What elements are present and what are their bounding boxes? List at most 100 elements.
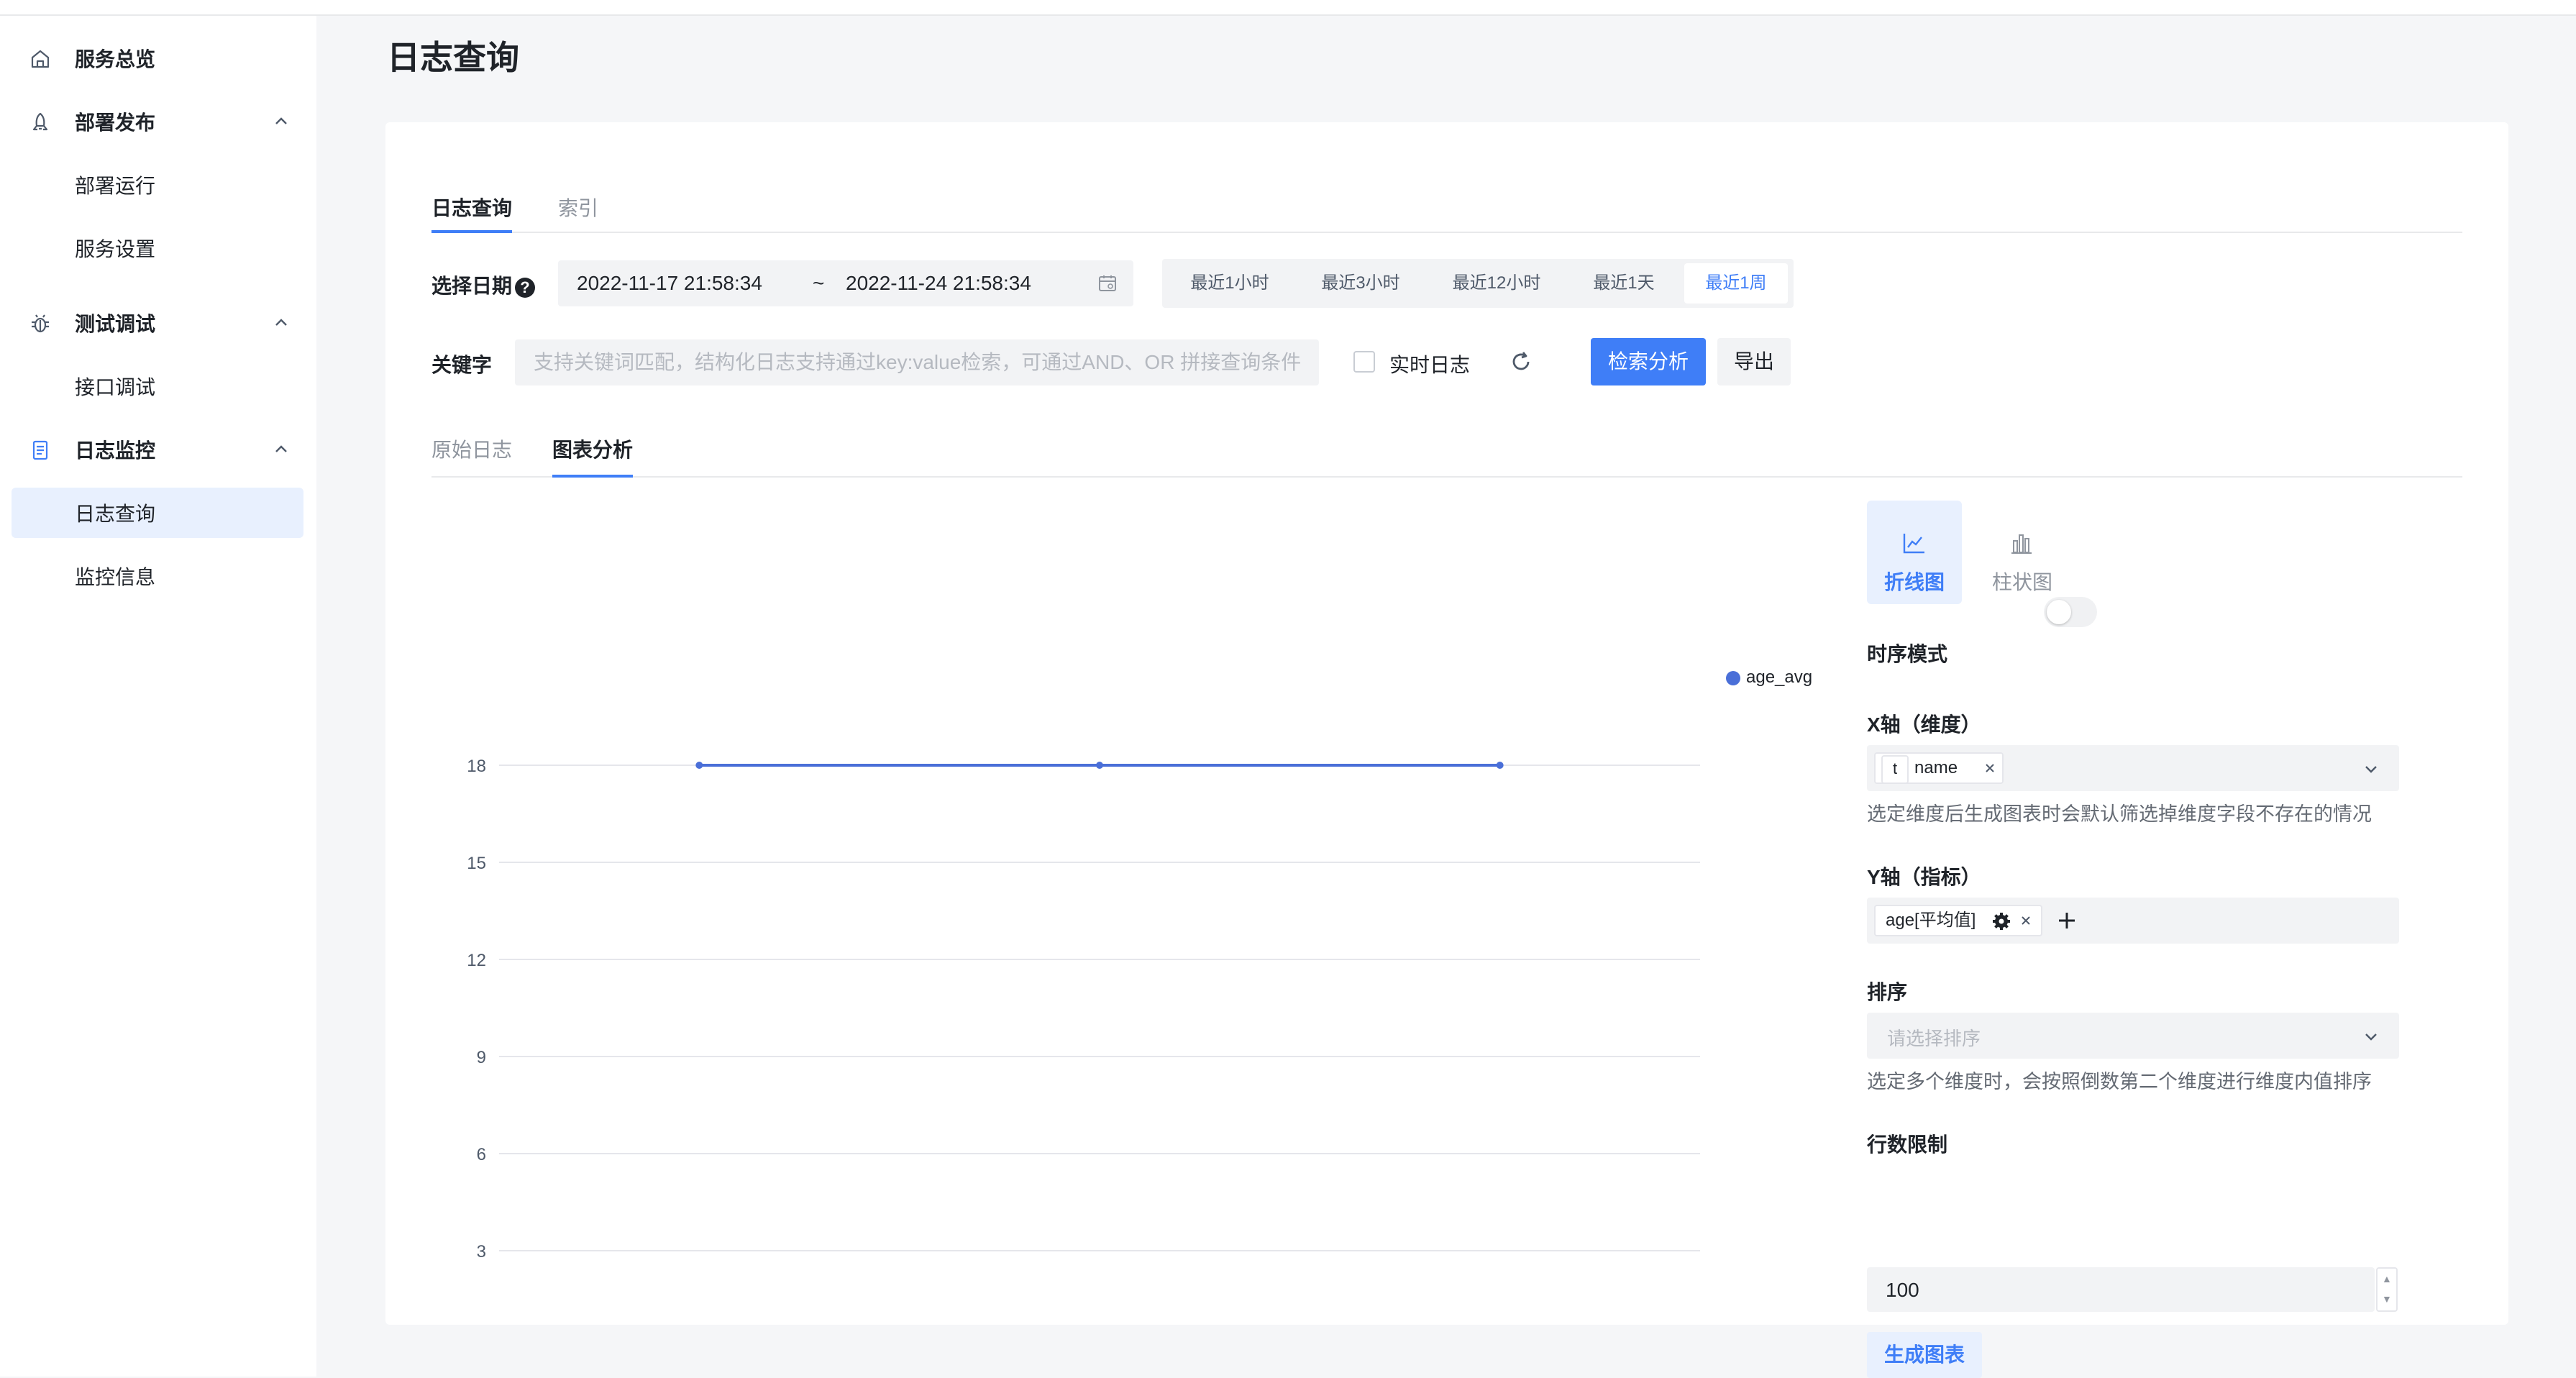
x-axis-tag: t name: [1874, 752, 2004, 784]
quick-range-1w[interactable]: 最近1周: [1684, 263, 1788, 304]
y-tick-label: 3: [477, 1242, 486, 1259]
quick-range-group: 最近1小时 最近3小时 最近12小时 最近1天 最近1周: [1162, 259, 1794, 308]
sort-placeholder: 请选择排序: [1887, 1028, 1981, 1049]
quick-range-12h[interactable]: 最近12小时: [1428, 263, 1565, 304]
tab-raw-log[interactable]: 原始日志: [431, 434, 512, 472]
sort-select[interactable]: 请选择排序: [1867, 1013, 2399, 1059]
sidebar-item-api-debug[interactable]: 接口调试: [12, 361, 303, 411]
sidebar-item-log-query[interactable]: 日志查询: [12, 488, 303, 538]
realtime-label[interactable]: 实时日志: [1389, 350, 1470, 378]
legend-marker: [1726, 670, 1740, 685]
y-tick-label: 6: [477, 1145, 486, 1164]
data-point: [695, 762, 703, 769]
sidebar-item-label: 监控信息: [75, 566, 156, 588]
sort-label: 排序: [1867, 981, 1908, 1003]
chart-type-label: 柱状图: [1991, 571, 2052, 593]
time-mode-toggle[interactable]: [2044, 597, 2097, 627]
stepper-down-icon[interactable]: ▼: [2382, 1293, 2392, 1305]
y-axis-tag-name: age[平均值]: [1886, 911, 1976, 930]
keyword-input[interactable]: 支持关键词匹配，结构化日志支持通过key:value检索，可通过AND、OR 拼…: [515, 339, 1319, 385]
close-icon[interactable]: [2019, 914, 2032, 927]
sidebar-item-deploy[interactable]: 部署发布: [12, 96, 303, 147]
x-axis-select[interactable]: t name: [1867, 745, 2399, 791]
main-content: 日志查询 日志查询 索引 选择日期? 2022-11-17 21:58:34 ~…: [316, 16, 2576, 1378]
search-analyze-button[interactable]: 检索分析: [1591, 338, 1706, 385]
export-button[interactable]: 导出: [1717, 338, 1791, 385]
sidebar-item-label: 部署发布: [75, 111, 156, 134]
data-point: [1096, 762, 1103, 769]
generate-chart-button[interactable]: 生成图表: [1867, 1332, 1982, 1378]
y-axis-label: Y轴（指标）: [1867, 866, 1981, 888]
y-tick-label: 9: [477, 1048, 486, 1067]
chart-type-label: 折线图: [1883, 571, 1945, 593]
chevron-up-icon[interactable]: [272, 440, 291, 459]
tab-log-query[interactable]: 日志查询: [431, 193, 513, 233]
help-icon[interactable]: ?: [515, 277, 536, 298]
content-card: 日志查询 索引 选择日期? 2022-11-17 21:58:34 ~ 2022…: [385, 122, 2508, 1378]
quick-range-1d[interactable]: 最近1天: [1571, 263, 1677, 304]
sidebar-item-monitor-info[interactable]: 监控信息: [12, 551, 303, 601]
chart-area: age_avg 0369121518"hahah""hahah53""hahah…: [431, 511, 1834, 1378]
keyword-label: 关键字: [431, 354, 493, 376]
time-mode-label: 时序模式: [1867, 643, 1948, 665]
page-title: 日志查询: [387, 39, 519, 76]
view-tab-bar: 原始日志 图表分析: [431, 419, 2462, 478]
y-tick-label: 18: [467, 757, 486, 776]
y-axis-tag: age[平均值]: [1874, 905, 2042, 936]
tab-chart-analysis[interactable]: 图表分析: [552, 434, 634, 478]
row-limit-value: 100: [1886, 1279, 1919, 1301]
sidebar-item-service-overview[interactable]: 服务总览: [12, 33, 303, 83]
sidebar-item-label: 服务总览: [75, 48, 156, 70]
row-limit-stepper[interactable]: ▲ ▼: [2376, 1267, 2398, 1312]
chevron-down-icon[interactable]: [2362, 759, 2380, 778]
x-axis-label: X轴（维度）: [1867, 713, 1981, 736]
x-axis-hint: 选定维度后生成图表时会默认筛选掉维度字段不存在的情况: [1867, 803, 2372, 825]
rocket-icon: [32, 112, 48, 131]
legend-label: age_avg: [1746, 667, 1813, 687]
chevron-up-icon[interactable]: [272, 112, 291, 131]
field-type-badge: t: [1881, 755, 1909, 784]
calendar-icon[interactable]: [1097, 273, 1118, 293]
add-icon[interactable]: [2057, 911, 2077, 931]
chevron-up-icon[interactable]: [272, 314, 291, 332]
stepper-up-icon[interactable]: ▲: [2382, 1273, 2392, 1285]
realtime-checkbox[interactable]: [1353, 351, 1375, 373]
data-point: [1496, 762, 1504, 769]
x-axis-tag-name: name: [1914, 758, 1958, 777]
line-chart: 0369121518"hahah""hahah53""hahah23": [467, 757, 1701, 1378]
chart-type-bar-button[interactable]: 柱状图: [1975, 501, 2070, 604]
sidebar-item-testing[interactable]: 测试调试: [12, 298, 303, 348]
row-limit-input[interactable]: 100: [1867, 1267, 2375, 1312]
line-chart-icon: [1903, 534, 1924, 554]
sidebar-item-label: 服务设置: [75, 238, 156, 260]
tab-index[interactable]: 索引: [558, 193, 598, 230]
sidebar-item-label: 部署运行: [75, 175, 156, 197]
chevron-down-icon[interactable]: [2362, 1027, 2380, 1046]
close-icon[interactable]: [1983, 762, 1996, 775]
y-axis-select[interactable]: age[平均值]: [1867, 898, 2399, 944]
home-icon: [31, 50, 50, 68]
sidebar-item-label: 接口调试: [75, 376, 156, 398]
y-tick-label: 15: [467, 854, 486, 873]
date-range-picker[interactable]: 2022-11-17 21:58:34 ~ 2022-11-24 21:58:3…: [558, 260, 1133, 306]
quick-range-1h[interactable]: 最近1小时: [1168, 263, 1292, 304]
y-tick-label: 12: [467, 951, 486, 970]
chart-type-line-button[interactable]: 折线图: [1867, 501, 1962, 604]
bar-chart-icon: [2011, 534, 2032, 554]
date-end[interactable]: 2022-11-24 21:58:34: [846, 272, 1031, 295]
quick-range-3h[interactable]: 最近3小时: [1297, 263, 1424, 304]
tab-bar: 日志查询 索引: [431, 180, 2462, 233]
chart-legend[interactable]: age_avg: [1726, 667, 1812, 688]
top-bar: [0, 0, 2576, 16]
sidebar-item-deploy-run[interactable]: 部署运行: [12, 160, 303, 210]
sidebar-item-label: 日志监控: [75, 439, 156, 462]
sidebar-item-service-settings[interactable]: 服务设置: [12, 223, 303, 273]
bug-icon: [32, 314, 49, 333]
refresh-icon[interactable]: [1509, 350, 1533, 374]
date-start[interactable]: 2022-11-17 21:58:34: [577, 272, 762, 295]
document-icon: [32, 440, 48, 460]
sidebar-item-log-monitor[interactable]: 日志监控: [12, 424, 303, 475]
date-separator: ~: [813, 272, 825, 294]
gear-icon[interactable]: [1992, 912, 2011, 931]
row-limit-label: 行数限制: [1867, 1133, 1948, 1156]
